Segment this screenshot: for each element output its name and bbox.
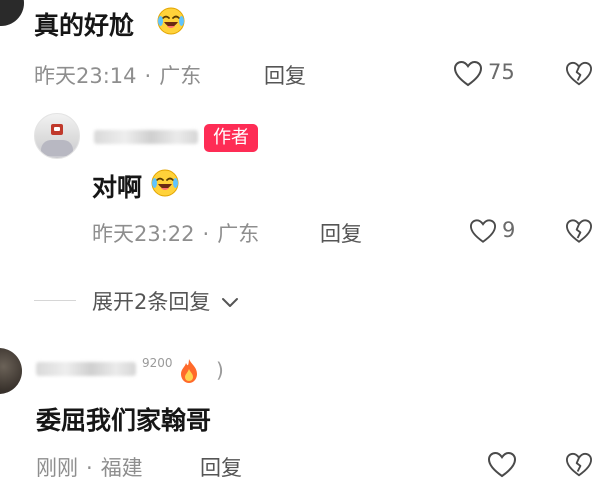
comment-text: 委屈我们家翰哥 xyxy=(36,406,212,435)
heart-icon[interactable] xyxy=(488,452,516,478)
comment-time: 昨天23:22 xyxy=(92,222,195,246)
broken-heart-icon[interactable] xyxy=(566,61,592,87)
author-badge: 作者 xyxy=(204,124,258,152)
comment-text: 真的好尬 xyxy=(34,11,135,40)
author-avatar[interactable] xyxy=(34,113,80,159)
meta-separator: · xyxy=(86,456,93,480)
comment-text: 对啊 xyxy=(92,173,143,202)
comment-location: 广东 xyxy=(217,222,260,246)
avatar[interactable] xyxy=(0,0,24,26)
meta-separator: · xyxy=(202,222,210,246)
broken-heart-icon[interactable] xyxy=(566,452,592,478)
like-count: 9 xyxy=(502,218,516,242)
fire-icon xyxy=(181,359,197,383)
expand-divider xyxy=(34,300,76,301)
reply-button[interactable]: 回复 xyxy=(264,60,306,90)
like-count: 75 xyxy=(488,60,515,84)
laugh-cry-emoji-icon xyxy=(157,7,185,35)
chevron-down-icon xyxy=(222,298,239,307)
comment-time: 昨天23:14 xyxy=(34,64,137,88)
avatar[interactable] xyxy=(0,348,22,394)
reply-button[interactable]: 回复 xyxy=(320,218,362,248)
heart-icon[interactable] xyxy=(470,219,496,244)
expand-replies-button[interactable]: 展开2条回复 xyxy=(92,286,239,316)
broken-heart-icon[interactable] xyxy=(566,219,592,244)
level-badge: 9200 xyxy=(142,356,173,370)
comment-location: 福建 xyxy=(100,456,143,480)
blurred-username xyxy=(36,362,136,376)
laugh-cry-emoji-icon xyxy=(151,169,179,197)
reply-button[interactable]: 回复 xyxy=(200,452,242,482)
comment-meta: 昨天23:14 · 广东 xyxy=(34,60,201,90)
comment-location: 广东 xyxy=(159,64,202,88)
badge-paren: ) xyxy=(216,358,224,382)
heart-icon[interactable] xyxy=(454,61,482,87)
comment-meta: 昨天23:22 · 广东 xyxy=(92,218,259,248)
expand-replies-label: 展开2条回复 xyxy=(92,290,211,314)
meta-separator: · xyxy=(144,64,152,88)
blurred-username xyxy=(94,130,198,144)
comment-meta: 刚刚 · 福建 xyxy=(36,452,143,482)
comment-time: 刚刚 xyxy=(36,456,78,480)
